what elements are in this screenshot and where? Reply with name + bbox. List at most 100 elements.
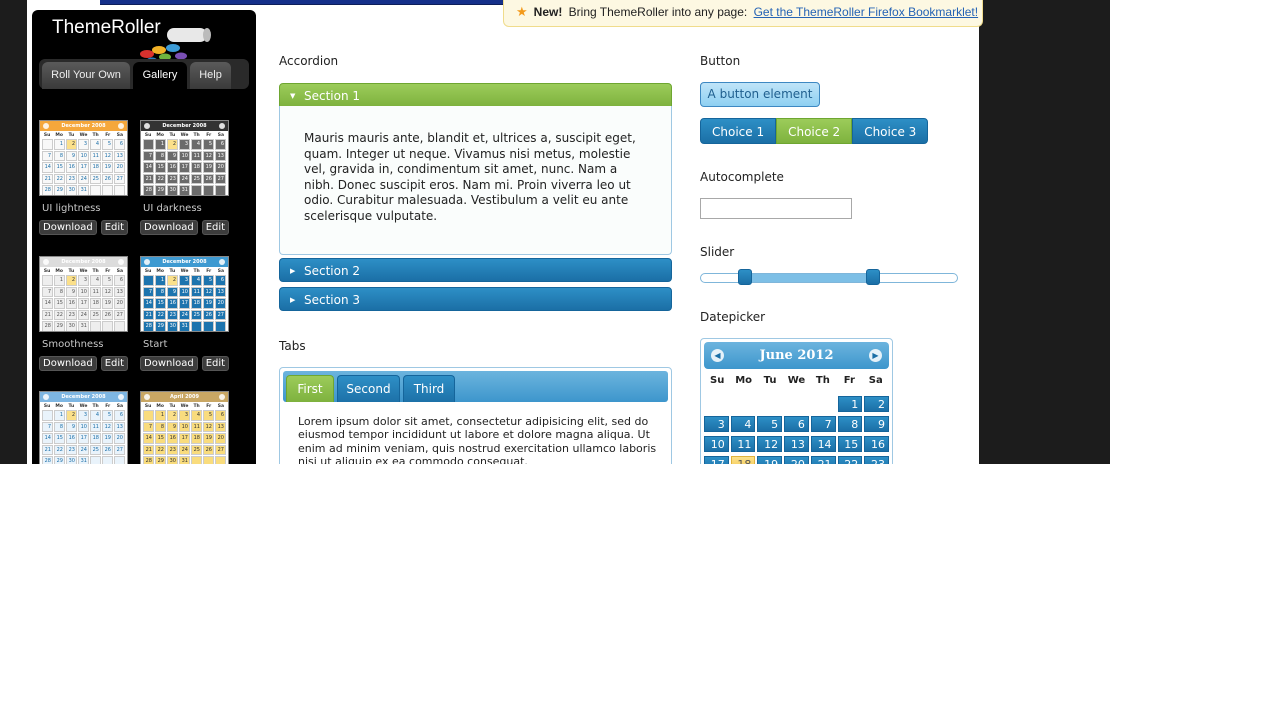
slider-handle-min[interactable] bbox=[737, 269, 752, 285]
day-cell[interactable]: 8 bbox=[837, 416, 863, 432]
button-element[interactable]: A button element bbox=[700, 82, 820, 107]
mini-day-cell bbox=[143, 410, 154, 421]
accordion-section-1[interactable]: ▼ Section 1 bbox=[279, 83, 672, 107]
edit-button[interactable]: Edit bbox=[100, 220, 129, 235]
day-cell[interactable]: 11 bbox=[730, 436, 756, 452]
mini-day-cell: 26 bbox=[203, 173, 214, 184]
autocomplete-input[interactable] bbox=[700, 198, 852, 219]
mini-day-cell bbox=[203, 185, 214, 195]
circle-arrow-right-icon[interactable]: ▶ bbox=[869, 349, 882, 362]
day-cell[interactable]: 5 bbox=[757, 416, 783, 432]
tab-third[interactable]: Third bbox=[403, 375, 455, 402]
mini-day-cell: 4 bbox=[191, 275, 202, 286]
day-cell[interactable]: 7 bbox=[810, 416, 836, 432]
theme-preview[interactable]: December 2008 Su Mo Tu We Th Fr Sa 1 2 3 4 5 6 7 8 9 10 11… bbox=[140, 256, 229, 332]
mini-day-cell: 22 bbox=[54, 444, 65, 455]
download-button[interactable]: Download bbox=[39, 356, 97, 371]
mini-day-cell: 21 bbox=[42, 309, 53, 320]
choice-2-button[interactable]: Choice 2 bbox=[776, 118, 853, 144]
edit-button[interactable]: Edit bbox=[201, 220, 230, 235]
tab-first[interactable]: First bbox=[286, 375, 334, 402]
day-cell[interactable]: 23 bbox=[864, 456, 889, 464]
slider-handle-max[interactable] bbox=[865, 269, 880, 285]
download-button[interactable]: Download bbox=[140, 220, 198, 235]
day-cell[interactable]: 19 bbox=[757, 456, 783, 464]
tab-second[interactable]: Second bbox=[337, 375, 400, 402]
day-cell[interactable]: 2 bbox=[864, 396, 889, 412]
day-cell[interactable]: 15 bbox=[837, 436, 863, 452]
mini-day-cell: 12 bbox=[203, 150, 214, 161]
weekday-label: Tu bbox=[68, 269, 75, 274]
theme-preview[interactable]: December 2008 Su Mo Tu We Th Fr Sa 1 2 3 4 5 6 7 8 9 10 11… bbox=[140, 120, 229, 196]
nav-roll-your-own[interactable]: Roll Your Own bbox=[42, 62, 130, 89]
empty-day-cell bbox=[784, 396, 809, 412]
day-cell[interactable]: 20 bbox=[784, 456, 809, 464]
bookmarklet-link[interactable]: Get the ThemeRoller Firefox Bookmarklet! bbox=[754, 5, 979, 19]
mini-day-cell: 19 bbox=[203, 162, 214, 173]
mini-day-cell: 31 bbox=[78, 185, 89, 195]
nav-help[interactable]: Help bbox=[190, 62, 231, 89]
day-cell[interactable]: 1 bbox=[837, 396, 863, 412]
download-button[interactable]: Download bbox=[39, 220, 97, 235]
edit-button[interactable]: Edit bbox=[201, 356, 230, 371]
mini-day-cell: 18 bbox=[90, 433, 101, 444]
mini-calendar-weekdays: Su Mo Tu We Th Fr Sa bbox=[141, 402, 228, 410]
day-cell[interactable]: 17 bbox=[704, 456, 729, 464]
day-cell[interactable]: 6 bbox=[784, 416, 809, 432]
weekday-label: Sa bbox=[116, 269, 124, 274]
mini-day-cell: 14 bbox=[42, 433, 53, 444]
weekday-label: Sa bbox=[217, 133, 225, 138]
day-cell[interactable]: 16 bbox=[864, 436, 889, 452]
arrow-right-icon bbox=[118, 259, 124, 265]
theme-preview[interactable]: December 2008 Su Mo Tu We Th Fr Sa 1 2 3 4 5 6 7 8 9 10 11… bbox=[39, 256, 128, 332]
day-cell[interactable]: 13 bbox=[784, 436, 809, 452]
mini-day-cell: 14 bbox=[143, 433, 154, 444]
day-cell[interactable]: 21 bbox=[810, 456, 836, 464]
theme-preview[interactable]: April 2009 Su Mo Tu We Th Fr Sa 1 2 3 4 5 6 7 8 9 10 11 12 1… bbox=[140, 391, 229, 464]
edit-button[interactable]: Edit bbox=[100, 356, 129, 371]
datepicker-header: ◀ June 2012 ▶ bbox=[704, 342, 889, 369]
day-cell[interactable]: 3 bbox=[704, 416, 729, 432]
day-cell[interactable]: 10 bbox=[704, 436, 729, 452]
mini-day-cell: 17 bbox=[179, 162, 190, 173]
weekday-label: Tu bbox=[68, 404, 75, 409]
mini-day-cell: 15 bbox=[155, 298, 166, 309]
bookmarklet-notice: ★ New! Bring ThemeRoller into any page: G… bbox=[503, 0, 983, 27]
day-cell[interactable]: 14 bbox=[810, 436, 836, 452]
mini-day-cell: 29 bbox=[54, 321, 65, 331]
theme-preview[interactable]: December 2008 Su Mo Tu We Th Fr Sa 1 2 3 4 5 6 7 8 9 10 11… bbox=[39, 120, 128, 196]
mini-day-cell: 8 bbox=[54, 150, 65, 161]
choice-3-button[interactable]: Choice 3 bbox=[852, 118, 929, 144]
theme-thumb: December 2008 Su Mo Tu We Th Fr Sa 1 2 3 4 5 6 7 8 9 10 11… bbox=[140, 120, 230, 235]
weekday-label: Su bbox=[144, 269, 152, 274]
theme-preview[interactable]: December 2008 Su Mo Tu We Th Fr Sa 1 2 3 4 5 6 7 8 9 10 11… bbox=[39, 391, 128, 464]
circle-arrow-left-icon[interactable]: ◀ bbox=[711, 349, 724, 362]
day-cell[interactable]: 12 bbox=[757, 436, 783, 452]
mini-day-cell: 13 bbox=[114, 150, 125, 161]
accordion-section-2[interactable]: ▶ Section 2 bbox=[279, 258, 672, 282]
day-cell[interactable]: 4 bbox=[730, 416, 756, 432]
mini-day-cell: 13 bbox=[114, 286, 125, 297]
weekday-label: Fr bbox=[105, 269, 111, 274]
theme-name: UI darkness bbox=[143, 203, 202, 214]
weekday-label: Mo bbox=[156, 133, 164, 138]
mini-day-cell: 25 bbox=[90, 444, 101, 455]
mini-day-cell: 12 bbox=[102, 286, 113, 297]
day-cell[interactable]: 22 bbox=[837, 456, 863, 464]
arrow-right-icon bbox=[219, 259, 225, 265]
mini-calendar-month: April 2009 bbox=[170, 394, 199, 400]
mini-day-cell: 27 bbox=[215, 173, 226, 184]
mini-day-cell: 8 bbox=[155, 150, 166, 161]
mini-calendar-days: 1 2 3 4 5 6 7 8 9 10 11 12 13 14 15 16 17 18 19 20 21 22 23 24 2… bbox=[40, 139, 127, 195]
mini-day-cell: 21 bbox=[42, 444, 53, 455]
weekday-label: Mo bbox=[735, 375, 753, 386]
day-cell[interactable]: 9 bbox=[864, 416, 889, 432]
weekday-label: We bbox=[180, 133, 189, 138]
accordion-section-3[interactable]: ▶ Section 3 bbox=[279, 287, 672, 311]
day-cell-today[interactable]: 18 bbox=[730, 456, 756, 464]
choice-1-button[interactable]: Choice 1 bbox=[700, 118, 777, 144]
nav-gallery[interactable]: Gallery bbox=[133, 62, 187, 89]
download-button[interactable]: Download bbox=[140, 356, 198, 371]
mini-calendar-month: December 2008 bbox=[61, 259, 106, 265]
range-slider[interactable] bbox=[700, 269, 958, 285]
